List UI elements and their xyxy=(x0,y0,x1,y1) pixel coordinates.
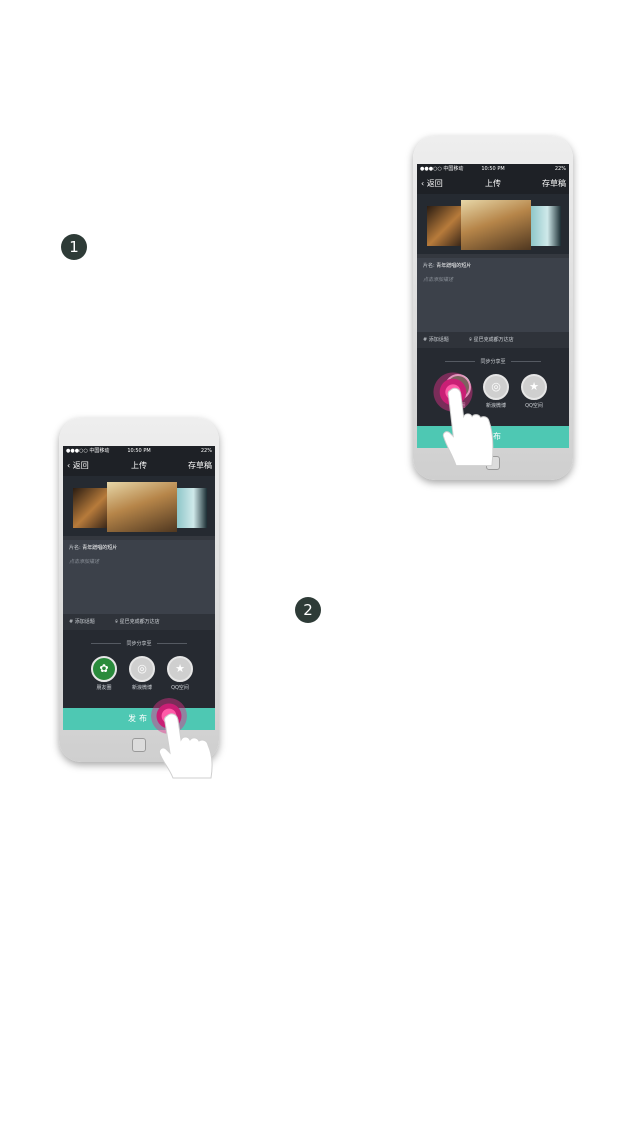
topic-label: 添加话题 xyxy=(428,337,449,343)
photo-main[interactable] xyxy=(107,482,177,532)
qzone-icon[interactable]: ★ xyxy=(521,374,547,400)
title-field[interactable]: 片名: 青年蹭唱的短片 xyxy=(423,262,471,269)
photo-carousel[interactable] xyxy=(417,194,569,254)
location-pin-icon: ⌾ xyxy=(115,619,119,625)
title-value: 青年蹭唱的短片 xyxy=(82,545,118,551)
status-bar: ●●●○○ 中国移动 10:50 PM 22% xyxy=(63,446,215,456)
add-topic-button[interactable]: # 添加话题 xyxy=(69,614,95,630)
add-topic-button[interactable]: # 添加话题 xyxy=(423,332,449,348)
share-label: 同步分享至 xyxy=(63,640,215,647)
location-button[interactable]: ⌾ 星巴克成都万达店 xyxy=(115,614,160,630)
qzone-icon[interactable]: ★ xyxy=(167,656,193,682)
weibo-label: 新浪微博 xyxy=(131,685,152,691)
topic-label: 添加话题 xyxy=(74,619,95,625)
photo-thumbnail[interactable] xyxy=(531,206,561,246)
status-bar: ●●●○○ 中国移动 10:50 PM 22% xyxy=(417,164,569,174)
qzone-label: QQ空间 xyxy=(525,403,543,409)
share-section: 同步分享至 ✿ ◎ ★ 朋友圈 新浪微博 QQ空间 xyxy=(63,630,215,708)
nav-bar: ‹ 返回 上传 存草稿 xyxy=(417,174,569,194)
title-label: 片名: xyxy=(69,545,81,551)
time-label: 10:50 PM xyxy=(127,448,151,454)
title-value: 青年蹭唱的短片 xyxy=(436,263,472,269)
home-button[interactable] xyxy=(132,738,146,752)
save-draft-button[interactable]: 存草稿 xyxy=(188,456,212,476)
location-pin-icon: ⌾ xyxy=(469,337,473,343)
share-label: 同步分享至 xyxy=(417,358,569,365)
photo-thumbnail[interactable] xyxy=(73,488,107,528)
weibo-icon[interactable]: ◎ xyxy=(129,656,155,682)
phone-mockup-2: ●●●○○ 中国移动 10:50 PM 22% ‹ 返回 上传 存草稿 片名: … xyxy=(413,136,573,480)
battery-label: 22% xyxy=(200,448,212,454)
hand-pointer-icon xyxy=(442,387,494,467)
moments-icon[interactable]: ✿ xyxy=(91,656,117,682)
phone-mockup-1: ●●●○○ 中国移动 10:50 PM 22% ‹ 返回 上传 存草稿 片名: … xyxy=(59,418,219,779)
moments-label: 朋友圈 xyxy=(96,685,112,691)
title-field[interactable]: 片名: 青年蹭唱的短片 xyxy=(69,544,117,551)
location-label: 星巴克成都万达店 xyxy=(119,619,160,625)
time-label: 10:50 PM xyxy=(481,166,505,172)
hashtag-icon: # xyxy=(423,337,428,343)
step-2-badge: 2 xyxy=(295,597,321,623)
phone-screen: ●●●○○ 中国移动 10:50 PM 22% ‹ 返回 上传 存草稿 片名: … xyxy=(63,446,215,730)
photo-main[interactable] xyxy=(461,200,531,250)
photo-carousel[interactable] xyxy=(63,476,215,536)
hand-pointer-icon xyxy=(159,713,213,779)
video-form: 片名: 青年蹭唱的短片 点击添加描述 xyxy=(417,258,569,332)
qzone-label: QQ空间 xyxy=(171,685,189,691)
description-field[interactable]: 点击添加描述 xyxy=(69,558,99,565)
hashtag-icon: # xyxy=(69,619,74,625)
location-button[interactable]: ⌾ 星巴克成都万达店 xyxy=(469,332,514,348)
tag-row: # 添加话题 ⌾ 星巴克成都万达店 xyxy=(63,614,215,630)
location-label: 星巴克成都万达店 xyxy=(473,337,514,343)
nav-bar: ‹ 返回 上传 存草稿 xyxy=(63,456,215,476)
photo-thumbnail[interactable] xyxy=(177,488,207,528)
photo-thumbnail[interactable] xyxy=(427,206,461,246)
save-draft-button[interactable]: 存草稿 xyxy=(542,174,566,194)
title-label: 片名: xyxy=(423,263,435,269)
tag-row: # 添加话题 ⌾ 星巴克成都万达店 xyxy=(417,332,569,348)
description-field[interactable]: 点击添加描述 xyxy=(423,276,453,283)
step-1-badge: 1 xyxy=(61,234,87,260)
battery-label: 22% xyxy=(554,166,566,172)
video-form: 片名: 青年蹭唱的短片 点击添加描述 xyxy=(63,540,215,614)
